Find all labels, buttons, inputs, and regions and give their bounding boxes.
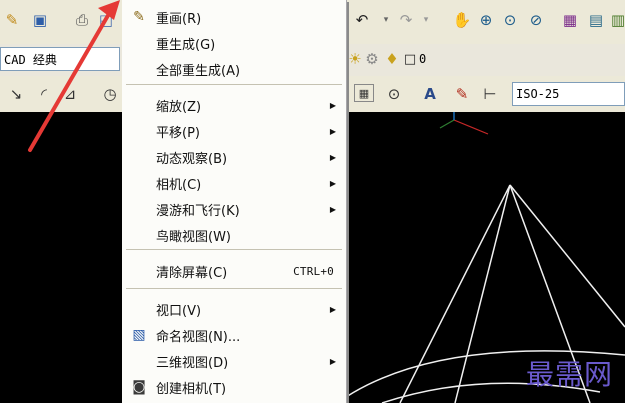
menu-item-label: 重画(R) <box>156 11 202 27</box>
dim-linear-icon[interactable]: ⊢ <box>480 84 500 104</box>
menu-item[interactable]: 全部重生成(A) <box>122 56 346 82</box>
menu-item-label: 平移(P) <box>156 125 200 141</box>
zoom-realtime-icon[interactable]: ⊕ <box>476 10 496 30</box>
print-icon[interactable]: ⎙ <box>72 10 92 30</box>
camera-icon: ◙ <box>132 379 146 395</box>
ucs-y-axis <box>439 119 455 129</box>
view-menu: ✎ 重画(R) 重生成(G) 全部重生成(A) 缩放(Z) ▶ 平移(P) ▶ 动态观察(B) ▶… <box>122 0 347 403</box>
dim-style-icon[interactable]: ✎ <box>452 84 472 104</box>
preview-icon[interactable]: ◰ <box>96 10 116 30</box>
redo-icon[interactable]: ↷ <box>396 10 416 30</box>
dimension-icon[interactable]: ⊿ <box>60 84 80 104</box>
menu-separator <box>126 249 342 250</box>
workspace-combo[interactable]: CAD 经典 <box>0 47 120 71</box>
tool-palettes-icon[interactable]: ▥ <box>608 10 625 30</box>
menu-item[interactable]: 相机(C) ▶ <box>122 170 346 196</box>
layer-freeze-icon: ⚙ <box>365 49 379 68</box>
submenu-arrow-icon: ▶ <box>329 204 336 214</box>
menu-item-label: 创建相机(T) <box>156 381 227 397</box>
dim-style-combo[interactable]: ISO-25 <box>512 82 625 106</box>
redo-dropdown-icon[interactable]: ▾ <box>416 10 436 30</box>
cone-line <box>454 184 511 403</box>
layer-color-icon: □ <box>403 51 417 67</box>
submenu-arrow-icon: ▶ <box>329 100 336 110</box>
menu-item-label: 动态观察(B) <box>156 151 228 167</box>
pan-icon[interactable]: ✋ <box>452 10 472 30</box>
cone-line <box>509 184 625 328</box>
undo-dropdown-icon[interactable]: ▾ <box>376 10 396 30</box>
menu-item-label: 缩放(Z) <box>156 99 202 115</box>
menu-item[interactable]: 视口(V) ▶ <box>122 296 346 322</box>
submenu-arrow-icon: ▶ <box>329 304 336 314</box>
named-view-icon: ▧ <box>132 327 146 343</box>
menu-item[interactable]: ▧ 命名视图(N)... <box>122 322 346 348</box>
menu-item-label: 全部重生成(A) <box>156 63 241 79</box>
zoom-previous-icon[interactable]: ⊘ <box>526 10 546 30</box>
menu-item-label: 清除屏幕(C) <box>156 265 228 281</box>
menu-item[interactable]: 清除屏幕(C) CTRL+0 <box>122 258 346 284</box>
view-table-icon[interactable]: ▦ <box>354 84 374 102</box>
menu-item[interactable]: 重生成(G) <box>122 30 346 56</box>
menu-item[interactable]: ✎ 重画(R) <box>122 4 346 30</box>
layer-value[interactable]: 0 <box>419 52 426 66</box>
menu-item-label: 重生成(G) <box>156 37 216 53</box>
menu-item-label: 鸟瞰视图(W) <box>156 229 231 245</box>
center-mark-icon[interactable]: ⊙ <box>384 84 404 104</box>
cone-line <box>399 184 511 403</box>
menu-item[interactable]: ◙ 创建相机(T) <box>122 374 346 400</box>
ucs-x-axis <box>453 119 489 135</box>
design-center-icon[interactable]: ▤ <box>586 10 606 30</box>
menu-item-label: 视口(V) <box>156 303 202 319</box>
submenu-arrow-icon: ▶ <box>329 152 336 162</box>
polyline-icon[interactable]: ↘ <box>6 84 26 104</box>
menu-item[interactable]: 平移(P) ▶ <box>122 118 346 144</box>
undo-icon[interactable]: ↶ <box>352 10 372 30</box>
menu-item-label: 漫游和飞行(K) <box>156 203 240 219</box>
menu-item[interactable]: 鸟瞰视图(W) <box>122 222 346 248</box>
text-style-icon[interactable]: A <box>420 84 440 104</box>
submenu-arrow-icon: ▶ <box>329 178 336 188</box>
menu-item[interactable]: 三维视图(D) ▶ <box>122 348 346 374</box>
menu-item-label: 命名视图(N)... <box>156 329 241 345</box>
menu-item[interactable]: 缩放(Z) ▶ <box>122 92 346 118</box>
pencil-icon: ✎ <box>133 9 145 25</box>
menu-item-shortcut: CTRL+0 <box>293 264 334 278</box>
layer-lock-icon: ♦ <box>385 49 399 68</box>
zoom-window-icon[interactable]: ⊙ <box>500 10 520 30</box>
arc-icon[interactable]: ◜ <box>34 84 54 104</box>
watermark-logo: 最需网 <box>525 358 613 391</box>
menu-separator <box>126 84 342 85</box>
menu-item[interactable]: 漫游和飞行(K) ▶ <box>122 196 346 222</box>
menu-item-label: 三维视图(D) <box>156 355 229 371</box>
submenu-arrow-icon: ▶ <box>329 356 336 366</box>
submenu-arrow-icon: ▶ <box>329 126 336 136</box>
dim-style-value: ISO-25 <box>516 87 560 101</box>
menu-item-label: 相机(C) <box>156 177 202 193</box>
properties-icon[interactable]: ▦ <box>560 10 580 30</box>
menu-item[interactable]: 动态观察(B) ▶ <box>122 144 346 170</box>
menu-separator <box>126 288 342 289</box>
save-icon[interactable]: ▣ <box>30 10 50 30</box>
workspace-value: CAD 经典 <box>4 52 57 67</box>
clock-icon[interactable]: ◷ <box>100 84 120 104</box>
open-icon[interactable]: ✎ <box>2 10 22 30</box>
